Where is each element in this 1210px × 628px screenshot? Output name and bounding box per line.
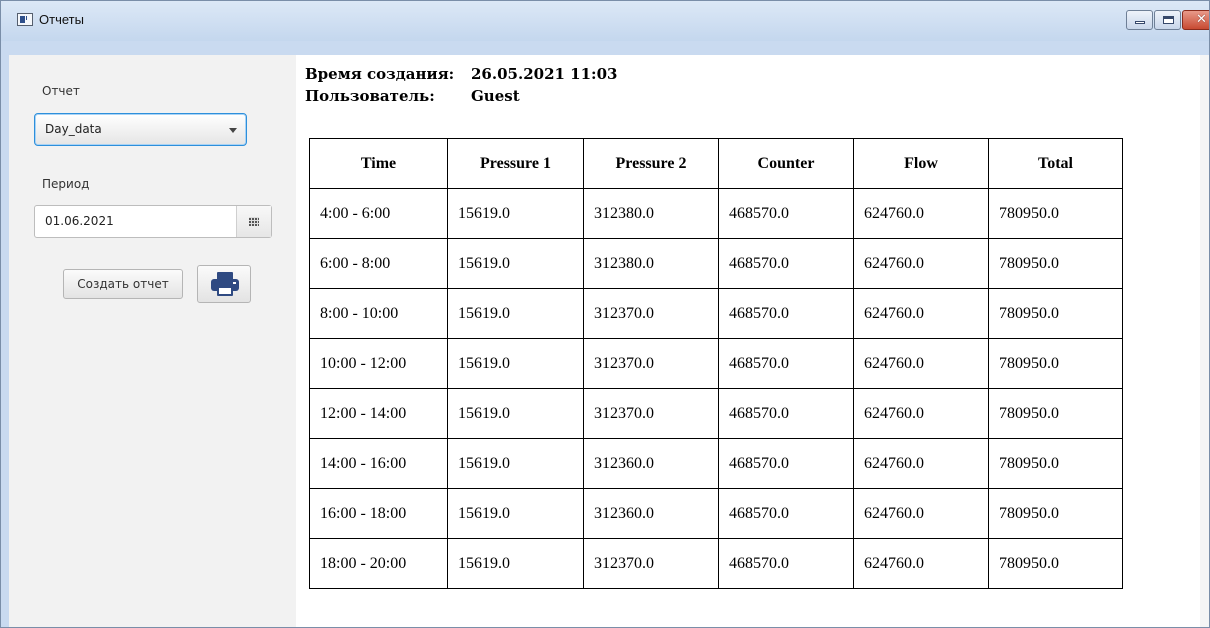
table-cell: 15619.0 xyxy=(447,188,584,239)
table-cell: 312380.0 xyxy=(583,238,719,289)
table-cell: 16:00 - 18:00 xyxy=(309,488,448,539)
user-label: Пользователь: xyxy=(305,87,435,105)
table-cell: 312370.0 xyxy=(583,288,719,339)
column-header: Time xyxy=(309,138,448,189)
table-cell: 468570.0 xyxy=(718,288,854,339)
table-cell: 780950.0 xyxy=(988,188,1123,239)
period-label: Период xyxy=(42,177,90,191)
app-icon xyxy=(17,13,33,26)
table-cell: 468570.0 xyxy=(718,238,854,289)
column-header: Pressure 2 xyxy=(583,138,719,189)
table-cell: 624760.0 xyxy=(853,338,989,389)
table-cell: 312370.0 xyxy=(583,338,719,389)
table-cell: 10:00 - 12:00 xyxy=(309,338,448,389)
table-cell: 312360.0 xyxy=(583,488,719,539)
table-cell: 6:00 - 8:00 xyxy=(309,238,448,289)
table-row: 6:00 - 8:00 15619.0 312380.0 468570.0 62… xyxy=(309,238,1123,289)
table-cell: 780950.0 xyxy=(988,338,1123,389)
table-cell: 468570.0 xyxy=(718,438,854,489)
table-row: 14:00 - 16:00 15619.0 312360.0 468570.0 … xyxy=(309,438,1123,489)
table-row: 8:00 - 10:00 15619.0 312370.0 468570.0 6… xyxy=(309,288,1123,339)
table-cell: 15619.0 xyxy=(447,338,584,389)
table-row: 4:00 - 6:00 15619.0 312380.0 468570.0 62… xyxy=(309,188,1123,239)
table-cell: 312370.0 xyxy=(583,538,719,589)
reports-window: Отчеты ✕ Отчет Day_data Период 01.06.202… xyxy=(0,0,1210,628)
table-cell: 624760.0 xyxy=(853,238,989,289)
table-cell: 780950.0 xyxy=(988,238,1123,289)
maximize-button[interactable] xyxy=(1154,10,1181,30)
close-icon: ✕ xyxy=(1196,12,1207,27)
table-cell: 624760.0 xyxy=(853,188,989,239)
table-cell: 15619.0 xyxy=(447,438,584,489)
table-row: 12:00 - 14:00 15619.0 312370.0 468570.0 … xyxy=(309,388,1123,439)
table-cell: 468570.0 xyxy=(718,538,854,589)
maximize-icon xyxy=(1163,16,1174,24)
column-header: Flow xyxy=(853,138,989,189)
table-cell: 12:00 - 14:00 xyxy=(309,388,448,439)
table-cell: 624760.0 xyxy=(853,538,989,589)
table-cell: 780950.0 xyxy=(988,438,1123,489)
report-table: Time Pressure 1 Pressure 2 Counter Flow … xyxy=(309,138,1123,589)
column-header: Pressure 1 xyxy=(447,138,584,189)
table-cell: 780950.0 xyxy=(988,488,1123,539)
table-cell: 15619.0 xyxy=(447,238,584,289)
chevron-down-icon xyxy=(229,128,237,133)
right-border xyxy=(1200,55,1209,627)
close-button[interactable]: ✕ xyxy=(1182,10,1209,30)
table-row: 16:00 - 18:00 15619.0 312360.0 468570.0 … xyxy=(309,488,1123,539)
table-cell: 624760.0 xyxy=(853,488,989,539)
table-cell: 15619.0 xyxy=(447,388,584,439)
table-cell: 14:00 - 16:00 xyxy=(309,438,448,489)
table-cell: 468570.0 xyxy=(718,488,854,539)
table-header-row: Time Pressure 1 Pressure 2 Counter Flow … xyxy=(309,138,1123,189)
table-cell: 468570.0 xyxy=(718,388,854,439)
table-cell: 312370.0 xyxy=(583,388,719,439)
created-label: Время создания: xyxy=(305,65,455,83)
print-button[interactable] xyxy=(197,265,251,303)
table-cell: 624760.0 xyxy=(853,388,989,439)
table-cell: 624760.0 xyxy=(853,438,989,489)
table-cell: 780950.0 xyxy=(988,388,1123,439)
user-value: Guest xyxy=(471,87,520,105)
period-date-value: 01.06.2021 xyxy=(45,214,114,228)
report-select[interactable]: Day_data xyxy=(34,113,247,146)
report-select-value: Day_data xyxy=(45,122,102,136)
table-cell: 312360.0 xyxy=(583,438,719,489)
title-bar[interactable]: Отчеты ✕ xyxy=(1,1,1209,41)
table-cell: 8:00 - 10:00 xyxy=(309,288,448,339)
table-cell: 312380.0 xyxy=(583,188,719,239)
create-report-button[interactable]: Создать отчет xyxy=(63,269,183,299)
report-label: Отчет xyxy=(42,84,80,98)
minimize-button[interactable] xyxy=(1126,10,1153,30)
table-cell: 18:00 - 20:00 xyxy=(309,538,448,589)
table-cell: 624760.0 xyxy=(853,288,989,339)
table-cell: 4:00 - 6:00 xyxy=(309,188,448,239)
table-cell: 468570.0 xyxy=(718,338,854,389)
table-cell: 468570.0 xyxy=(718,188,854,239)
column-header: Counter xyxy=(718,138,854,189)
table-cell: 780950.0 xyxy=(988,288,1123,339)
table-cell: 15619.0 xyxy=(447,488,584,539)
column-header: Total xyxy=(988,138,1123,189)
printer-icon xyxy=(211,272,239,296)
minimize-icon xyxy=(1135,21,1145,24)
table-cell: 15619.0 xyxy=(447,288,584,339)
created-value: 26.05.2021 11:03 xyxy=(471,65,618,83)
window-title: Отчеты xyxy=(39,12,84,27)
period-date-field[interactable]: 01.06.2021 xyxy=(34,205,272,238)
calendar-button[interactable] xyxy=(236,206,271,237)
table-row: 18:00 - 20:00 15619.0 312370.0 468570.0 … xyxy=(309,538,1123,589)
table-cell: 15619.0 xyxy=(447,538,584,589)
calendar-icon xyxy=(249,217,259,226)
table-row: 10:00 - 12:00 15619.0 312370.0 468570.0 … xyxy=(309,338,1123,389)
table-cell: 780950.0 xyxy=(988,538,1123,589)
